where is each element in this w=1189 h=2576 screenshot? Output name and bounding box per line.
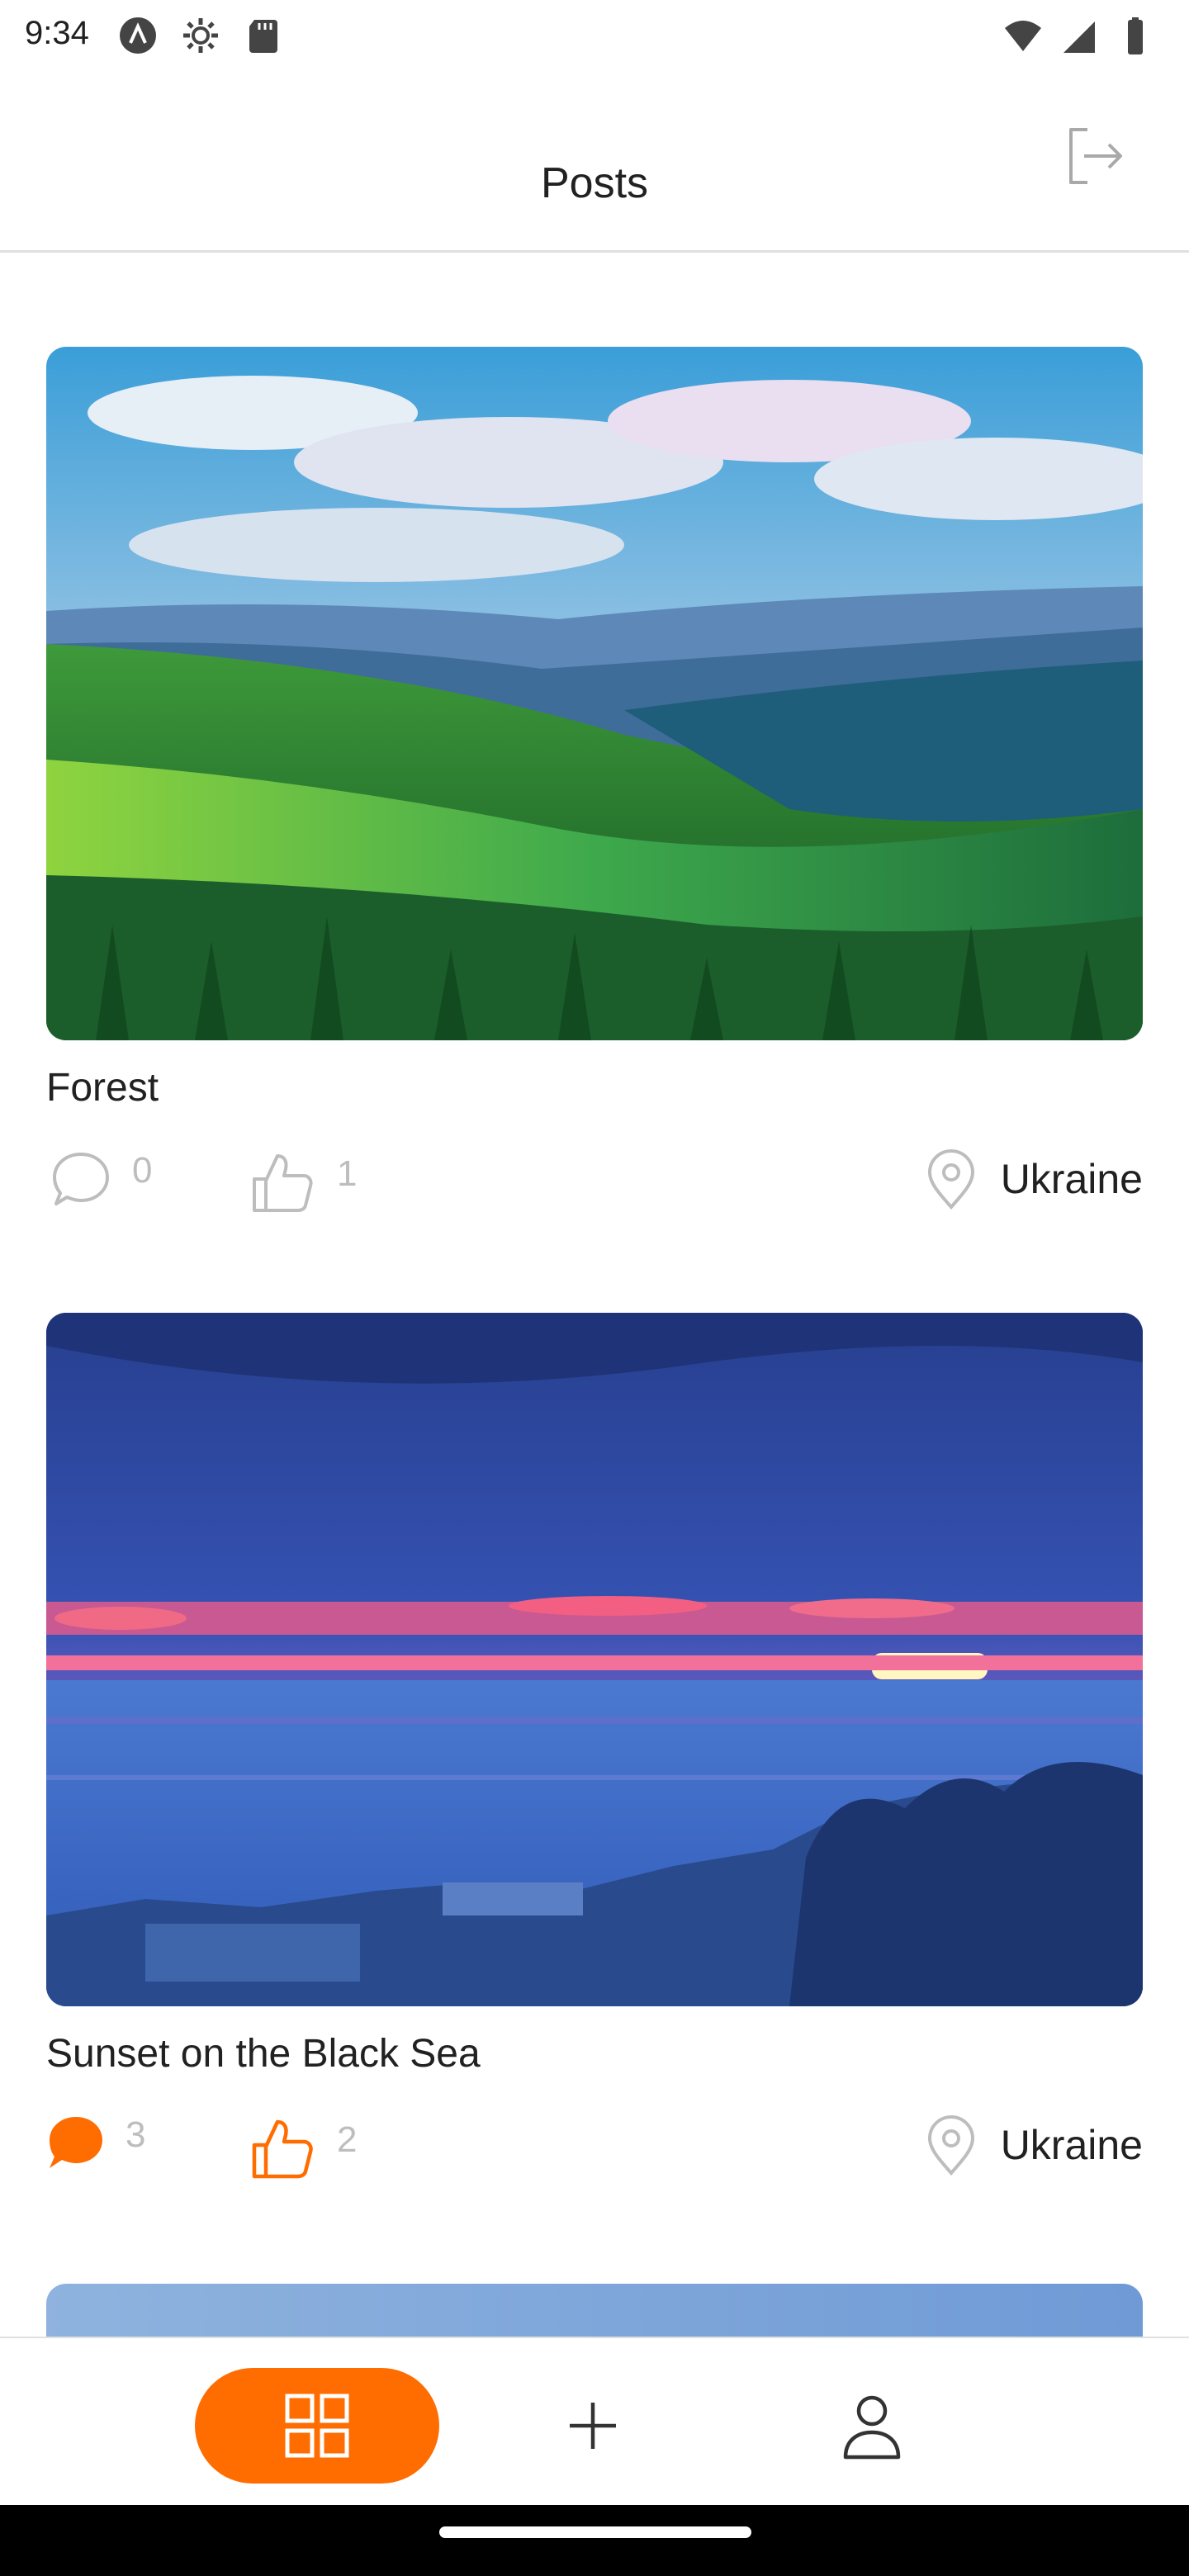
likes-count: 1 (337, 1153, 358, 1194)
bottom-nav (0, 2337, 1189, 2505)
logout-button[interactable] (1057, 119, 1131, 193)
post-meta: 0 1 Ukraine (46, 1148, 1143, 1222)
post-card: Sunset on the Black Sea 3 2 Ukraine (46, 1313, 1143, 2237)
post-photo-partial (46, 2284, 1143, 2337)
comment-icon (53, 1153, 109, 1205)
nav-create-post-button[interactable] (552, 2384, 634, 2467)
home-gesture-handle[interactable] (439, 2526, 751, 2538)
grid-icon (285, 2394, 349, 2458)
post-title[interactable]: Sunset on the Black Sea (46, 2031, 481, 2076)
signal-icon (1063, 21, 1095, 53)
post-card: Forest 0 1 Ukraine (46, 347, 1143, 1271)
forest-photo (46, 347, 1143, 1040)
post-card (46, 2284, 1143, 2337)
map-pin-icon (927, 1148, 974, 1210)
status-icons-left (117, 15, 284, 56)
app-a-icon (120, 17, 156, 54)
posts-list[interactable]: Forest 0 1 Ukraine Sunset on the Black S… (46, 347, 1143, 2337)
header: Posts (0, 107, 1189, 253)
status-bar: 9:34 (0, 0, 1189, 73)
location-text: Ukraine (1000, 1156, 1143, 1202)
wifi-icon (1005, 21, 1041, 51)
post-location[interactable]: Ukraine (923, 1148, 1143, 1210)
gear-icon (183, 18, 218, 53)
map-pin-icon (927, 2114, 974, 2176)
status-icons-right (1002, 17, 1156, 58)
battery-icon (1128, 17, 1143, 54)
post-photo[interactable] (46, 2284, 1143, 2337)
logout-icon (1069, 128, 1122, 184)
page-title: Posts (540, 159, 649, 207)
comment-icon (50, 2117, 102, 2168)
thumbs-up-icon (252, 2119, 313, 2179)
likes-count: 2 (337, 2119, 358, 2160)
nav-posts-button[interactable] (195, 2368, 439, 2484)
comments-count: 3 (126, 2114, 146, 2155)
system-nav-bar (0, 2505, 1189, 2576)
thumbs-up-icon (253, 1154, 313, 1212)
app-screen: 9:34 Posts Forest 0 1 Ukraine Sunset on … (0, 0, 1189, 2576)
comments-button[interactable]: 0 (50, 1148, 152, 1210)
plus-icon (570, 2403, 616, 2449)
sd-card-icon (249, 20, 277, 53)
post-location[interactable]: Ukraine (923, 2114, 1143, 2176)
post-meta: 3 2 Ukraine (46, 2114, 1143, 2188)
post-title[interactable]: Forest (46, 1065, 159, 1110)
user-icon (843, 2395, 901, 2460)
like-button[interactable]: 2 (248, 2114, 357, 2183)
nav-profile-button[interactable] (831, 2384, 913, 2467)
status-time: 9:34 (25, 15, 89, 51)
post-photo[interactable] (46, 347, 1143, 1040)
sunset-photo (46, 1313, 1143, 2006)
like-button[interactable]: 1 (248, 1148, 357, 1217)
comments-count: 0 (132, 1150, 153, 1191)
comments-button[interactable]: 3 (46, 2114, 145, 2173)
location-text: Ukraine (1000, 2122, 1143, 2168)
post-photo[interactable] (46, 1313, 1143, 2006)
